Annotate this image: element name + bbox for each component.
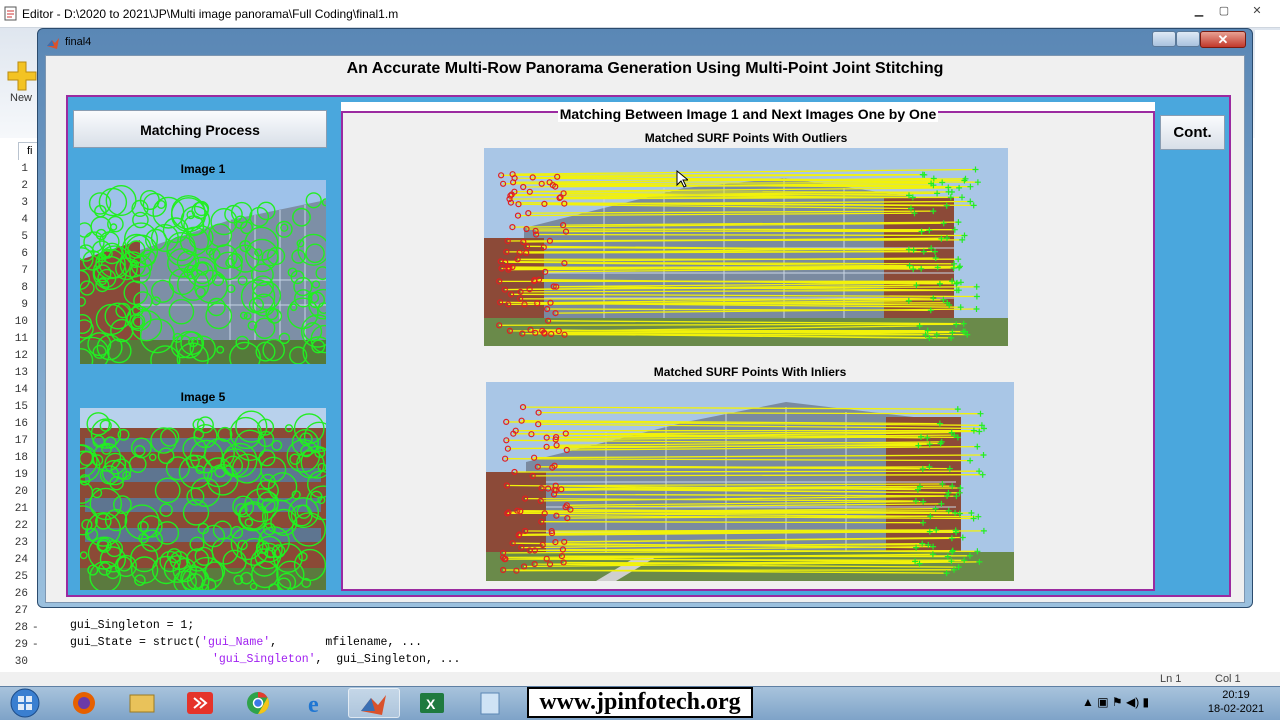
image1-label: Image 1 xyxy=(80,162,326,176)
line-number: 13 xyxy=(0,367,28,379)
line-number: 6 xyxy=(0,248,28,260)
breakpoint-marker[interactable]: - xyxy=(32,622,39,634)
editor-right-strip xyxy=(1255,30,1280,670)
firefox-icon[interactable] xyxy=(58,688,110,718)
clock-date: 18-02-2021 xyxy=(1196,702,1276,716)
line-number: 12 xyxy=(0,350,28,362)
chrome-icon[interactable] xyxy=(232,688,284,718)
continue-button[interactable]: Cont. xyxy=(1160,115,1225,150)
line-number: 19 xyxy=(0,469,28,481)
editor-window-title: Editor - D:\2020 to 2021\JP\Multi image … xyxy=(22,7,398,21)
internet-explorer-icon[interactable]: e xyxy=(290,688,342,718)
match-line xyxy=(499,324,956,325)
editor-close-button[interactable]: ✕ xyxy=(1248,4,1266,18)
line-number: 11 xyxy=(0,333,28,345)
match-line xyxy=(552,467,929,468)
notepad-icon[interactable] xyxy=(464,688,516,718)
new-file-label: New xyxy=(10,92,32,104)
status-line-number: Ln 1 xyxy=(1160,673,1181,685)
line-number: 24 xyxy=(0,554,28,566)
line-number: 27 xyxy=(0,605,28,617)
image1-photo xyxy=(80,180,326,364)
image5-photo xyxy=(80,408,326,590)
svg-text:X: X xyxy=(426,696,436,712)
inliers-photo xyxy=(486,382,1014,581)
editor-maximize-button[interactable]: ▢ xyxy=(1215,4,1233,18)
match-line xyxy=(516,570,954,571)
matlab-taskbar-icon[interactable] xyxy=(348,688,400,718)
match-line xyxy=(527,229,955,230)
matlab-icon xyxy=(46,36,60,50)
outliers-match-image xyxy=(484,148,1008,346)
anydesk-icon[interactable] xyxy=(174,688,226,718)
matching-process-button[interactable]: Matching Process xyxy=(73,110,327,148)
code-line-30: 'gui_Singleton', gui_Singleton, ... xyxy=(212,653,460,666)
line-number: 22 xyxy=(0,520,28,532)
line-number: 2 xyxy=(0,180,28,192)
line-number: 8 xyxy=(0,282,28,294)
center-panel-title-text: Matching Between Image 1 and Next Images… xyxy=(558,106,939,122)
mouse-cursor-icon xyxy=(676,170,688,188)
outliers-photo xyxy=(484,148,1008,346)
breakpoint-marker[interactable]: - xyxy=(32,639,39,651)
line-number: 15 xyxy=(0,401,28,413)
line-number: 10 xyxy=(0,316,28,328)
watermark-url: www.jpinfotech.org xyxy=(527,687,753,718)
line-number: 18 xyxy=(0,452,28,464)
code-text: , mfilename, ... xyxy=(270,636,422,649)
svg-text:e: e xyxy=(308,692,319,718)
image5-features xyxy=(80,408,326,590)
match-line xyxy=(536,231,922,232)
status-column-number: Col 1 xyxy=(1215,673,1241,685)
line-number: 9 xyxy=(0,299,28,311)
figure-maximize-button[interactable] xyxy=(1176,31,1200,47)
code-text: gui_State = struct( xyxy=(70,636,201,649)
inliers-match-image xyxy=(486,382,1014,581)
center-panel-title: Matching Between Image 1 and Next Images… xyxy=(341,106,1155,122)
editor-document-icon xyxy=(4,6,17,21)
figure-window-title: final4 xyxy=(65,36,91,48)
line-number: 1 xyxy=(0,163,28,175)
code-string: 'gui_Singleton' xyxy=(212,653,316,666)
line-number: 21 xyxy=(0,503,28,515)
match-line xyxy=(515,471,980,472)
code-line-28: gui_Singleton = 1; xyxy=(70,619,194,632)
code-text: , gui_Singleton, ... xyxy=(316,653,461,666)
system-tray-icons[interactable]: ▲ ▣ ⚑ ◀) ▮ xyxy=(1082,695,1149,709)
line-number: 7 xyxy=(0,265,28,277)
new-file-button[interactable] xyxy=(6,60,38,120)
figure-close-button[interactable]: ✕ xyxy=(1200,31,1246,48)
page-title: An Accurate Multi-Row Panorama Generatio… xyxy=(45,60,1245,78)
image5-label: Image 5 xyxy=(80,390,326,404)
outliers-label: Matched SURF Points With Outliers xyxy=(486,131,1006,145)
line-number: 17 xyxy=(0,435,28,447)
editor-status-bar xyxy=(0,672,1280,686)
line-number: 23 xyxy=(0,537,28,549)
line-number: 3 xyxy=(0,197,28,209)
clock-time: 20:19 xyxy=(1196,688,1276,702)
line-number: 30 xyxy=(0,656,28,668)
line-number: 28 xyxy=(0,622,28,634)
windows-start-icon[interactable] xyxy=(6,686,44,720)
code-line-29: gui_State = struct('gui_Name', mfilename… xyxy=(70,636,422,649)
line-number: 4 xyxy=(0,214,28,226)
image1-features xyxy=(80,180,326,364)
excel-icon[interactable]: X xyxy=(406,688,458,718)
code-string: 'gui_Name' xyxy=(201,636,270,649)
inliers-label: Matched SURF Points With Inliers xyxy=(486,365,1014,379)
line-number: 5 xyxy=(0,231,28,243)
line-number: 29 xyxy=(0,639,28,651)
editor-minimize-button[interactable]: ▁ xyxy=(1190,4,1208,18)
line-number: 25 xyxy=(0,571,28,583)
file-explorer-icon[interactable] xyxy=(116,688,168,718)
match-line xyxy=(501,175,923,176)
line-number: 16 xyxy=(0,418,28,430)
figure-minimize-button[interactable] xyxy=(1152,31,1176,47)
taskbar-clock[interactable]: 20:19 18-02-2021 xyxy=(1196,688,1276,716)
line-number: 20 xyxy=(0,486,28,498)
line-number: 26 xyxy=(0,588,28,600)
line-number: 14 xyxy=(0,384,28,396)
